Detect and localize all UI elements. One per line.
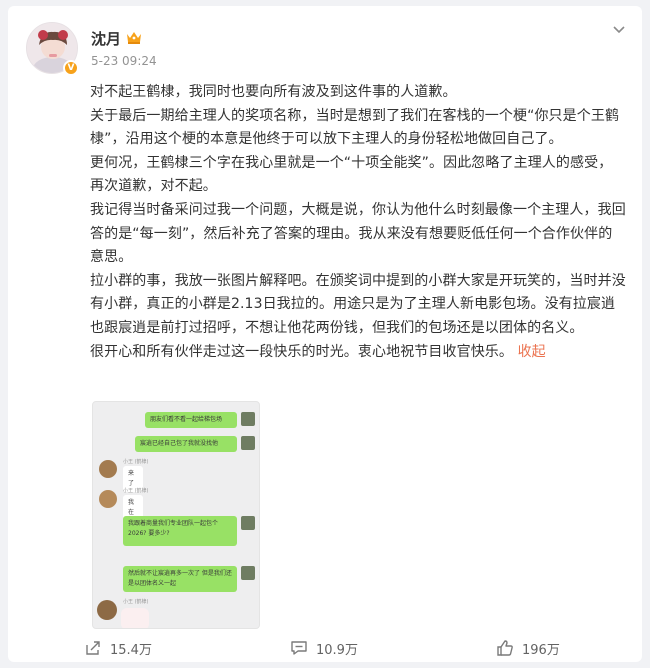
chat-avatar	[99, 460, 117, 478]
chat-screenshot-image[interactable]: 朋友们看不看一起给梯包场 宸逍已经自己包了我就没找他 小王 (鹤棣) 来了 小王…	[92, 401, 260, 629]
post-timestamp[interactable]: 5-23 09:24	[91, 54, 157, 68]
crown-icon	[127, 32, 141, 44]
weibo-post-card: V 沈月 5-23 09:24 对不起王鹤棣，我同时也要向所有波及到这件事的人道…	[8, 6, 642, 662]
share-icon	[86, 641, 100, 655]
chat-avatar	[241, 566, 255, 580]
like-count: 196万	[522, 642, 560, 658]
chat-bubble: 宸逍已经自己包了我就没找他	[135, 436, 237, 452]
chat-sender-name: 小王 (鹤棣)	[123, 459, 149, 465]
post-paragraph-last: 很开心和所有伙伴走过这一段快乐的时光。衷心地祝节目收官快乐。 收起	[90, 341, 626, 365]
chat-sender-name: 小王 (鹤棣)	[123, 488, 149, 494]
sticker-image	[121, 608, 149, 628]
comment-icon	[291, 641, 307, 655]
username[interactable]: 沈月	[91, 28, 121, 49]
share-count: 15.4万	[110, 642, 152, 658]
collapse-link[interactable]: 收起	[518, 344, 546, 360]
chat-avatar	[241, 516, 255, 530]
chat-avatar	[241, 436, 255, 450]
chat-avatar	[241, 412, 255, 426]
post-paragraph: 对不起王鹤棣，我同时也要向所有波及到这件事的人道歉。	[90, 84, 457, 100]
comment-count: 10.9万	[316, 642, 358, 658]
like-button[interactable]: 196万	[496, 634, 560, 662]
post-text: 对不起王鹤棣，我同时也要向所有波及到这件事的人道歉。 关于最后一期给主理人的奖项…	[90, 81, 626, 364]
thumbs-up-icon	[497, 640, 513, 656]
verified-badge-icon: V	[63, 60, 79, 76]
chat-avatar	[97, 600, 117, 620]
chat-bubble: 我跟着商量我们专业团队一起包个2026? 要多少?	[123, 516, 237, 546]
chat-bubble: 然后就不让宸逍再多一次了 但是我们还是以团体名义一起	[123, 566, 237, 592]
chat-sender-name: 小王 (鹤棣)	[123, 599, 149, 605]
chat-avatar	[99, 490, 117, 508]
post-action-bar: 15.4万 10.9万 196万	[8, 634, 642, 662]
post-paragraph: 更何况，王鹤棣三个字在我心里就是一个“十项全能奖”。因此忽略了主理人的感受，再次…	[90, 154, 613, 195]
chevron-down-icon[interactable]	[612, 24, 626, 36]
share-button[interactable]: 15.4万	[84, 634, 152, 662]
post-paragraph: 我记得当时备采问过我一个问题，大概是说，你认为他什么时刻最像一个主理人，我回答的…	[90, 201, 626, 266]
post-paragraph: 关于最后一期给主理人的奖项名称，当时是想到了我们在客栈的一个梗“你只是个王鹤棣”…	[90, 107, 620, 148]
post-paragraph: 拉小群的事，我放一张图片解释吧。在颁奖词中提到的小群大家是开玩笑的，当时并没有小…	[90, 272, 626, 336]
post-paragraph: 很开心和所有伙伴走过这一段快乐的时光。衷心地祝节目收官快乐。	[90, 343, 513, 360]
chat-bubble: 朋友们看不看一起给梯包场	[145, 412, 237, 428]
comment-button[interactable]: 10.9万	[290, 634, 358, 662]
